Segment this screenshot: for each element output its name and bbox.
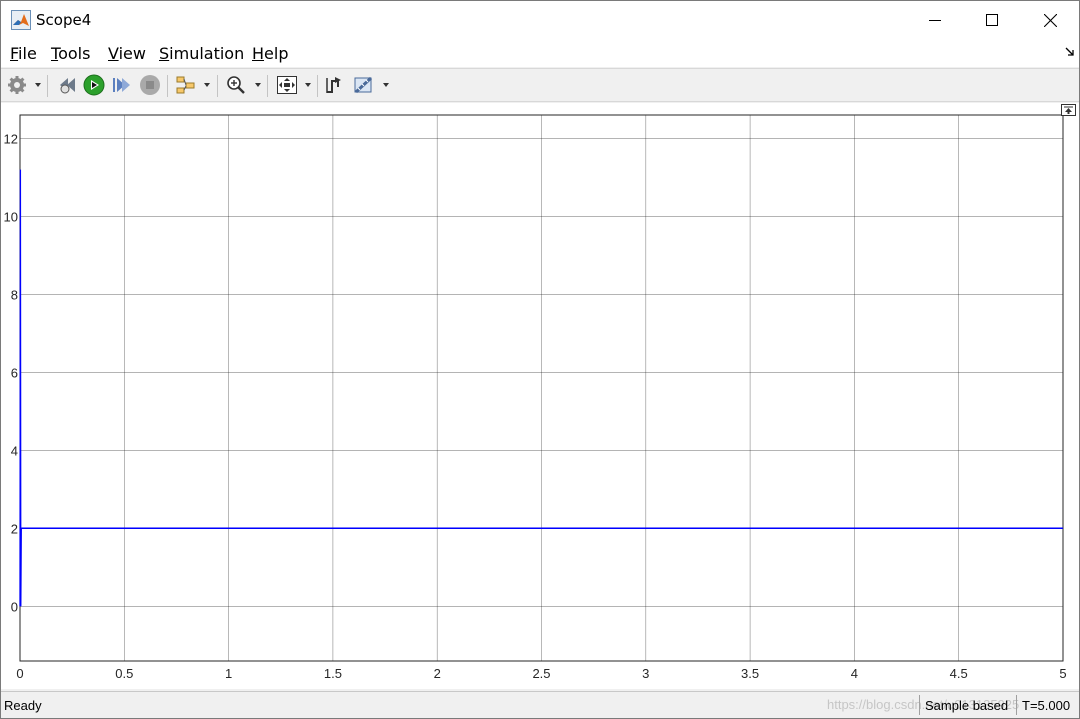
x-tick-label: 5 [1059,666,1066,681]
status-separator [919,695,920,715]
signal-selector-icon [176,76,195,94]
menu-simulation[interactable]: Simulation [159,44,244,63]
close-icon [1043,13,1057,27]
menu-view[interactable]: View [108,44,146,63]
scope-window: Scope4 File Tools View Simulation Help 0… [0,0,1080,719]
y-tick-label: 4 [11,443,18,458]
y-tick-label: 8 [11,287,18,302]
triggers-button[interactable] [325,74,345,96]
measurements-icon [354,76,373,94]
menu-help[interactable]: Help [252,44,288,63]
run-icon [83,74,105,96]
signal-selector-button[interactable] [175,74,197,96]
y-tick-label: 12 [4,131,18,146]
title-bar[interactable]: Scope4 [1,1,1079,39]
sim-time-text: T=5.000 [1022,698,1071,713]
measurements-dropdown-icon[interactable] [383,83,389,87]
plot-area[interactable]: 0 0.5 1 1.5 2 2.5 3 3.5 4 4.5 5 0 2 4 6 8 10 12 [1,103,1079,689]
x-tick-label: 0 [16,666,23,681]
x-tick-label: 2.5 [532,666,550,681]
step-forward-button[interactable] [111,74,131,96]
zoom-dropdown-icon[interactable] [255,83,261,87]
status-separator [1016,695,1017,715]
y-tick-label: 2 [11,521,18,536]
triggers-icon [326,77,341,93]
menu-tools[interactable]: Tools [51,44,90,63]
maximize-icon [986,14,998,26]
window-title: Scope4 [36,11,92,29]
settings-dropdown-icon[interactable] [35,83,41,87]
y-tick-label: 6 [11,365,18,380]
scope-axes[interactable]: 0 0.5 1 1.5 2 2.5 3 3.5 4 4.5 5 0 2 4 6 8 10 12 [1,103,1079,689]
autoscale-button[interactable] [276,74,298,96]
sample-mode-text: Sample based [925,698,1009,713]
autoscale-icon [277,76,297,94]
y-tick-label: 10 [4,209,18,224]
y-tick-label: 0 [11,599,18,614]
step-forward-icon [113,78,130,92]
x-tick-label: 3.5 [741,666,759,681]
toolbar-separator [167,75,168,97]
run-button[interactable] [83,74,105,96]
x-tick-label: 4 [851,666,858,681]
minimize-button[interactable] [906,1,964,39]
zoom-icon [227,76,245,94]
x-tick-label: 4.5 [950,666,968,681]
step-back-button[interactable] [56,74,78,96]
maximize-button[interactable] [963,1,1021,39]
x-tick-label: 3 [642,666,649,681]
settings-icon [8,76,26,94]
x-tick-label: 0.5 [115,666,133,681]
x-tick-label: 1.5 [324,666,342,681]
menu-file[interactable]: File [10,44,37,63]
close-button[interactable] [1021,1,1079,39]
x-tick-label: 2 [434,666,441,681]
zoom-button[interactable] [226,74,246,96]
toolbar-separator [217,75,218,97]
minimize-icon [929,20,941,21]
undock-axes-icon[interactable] [1061,104,1076,116]
dock-arrow-icon[interactable] [1065,47,1075,57]
matlab-logo-icon [11,10,31,30]
x-tick-label: 1 [225,666,232,681]
settings-button[interactable] [7,74,27,96]
toolbar-separator [47,75,48,97]
toolbar-separator [267,75,268,97]
signal-selector-dropdown-icon[interactable] [204,83,210,87]
stop-button[interactable] [139,74,161,96]
status-bar: Ready https://blog.csdn.net/u013135925 S… [1,691,1079,718]
measurements-button[interactable] [353,74,375,96]
toolbar [1,68,1079,102]
stop-icon [140,75,160,95]
step-back-icon [60,78,75,94]
autoscale-dropdown-icon[interactable] [305,83,311,87]
status-text: Ready [4,698,42,713]
toolbar-separator [317,75,318,97]
menu-bar: File Tools View Simulation Help [1,39,1079,67]
